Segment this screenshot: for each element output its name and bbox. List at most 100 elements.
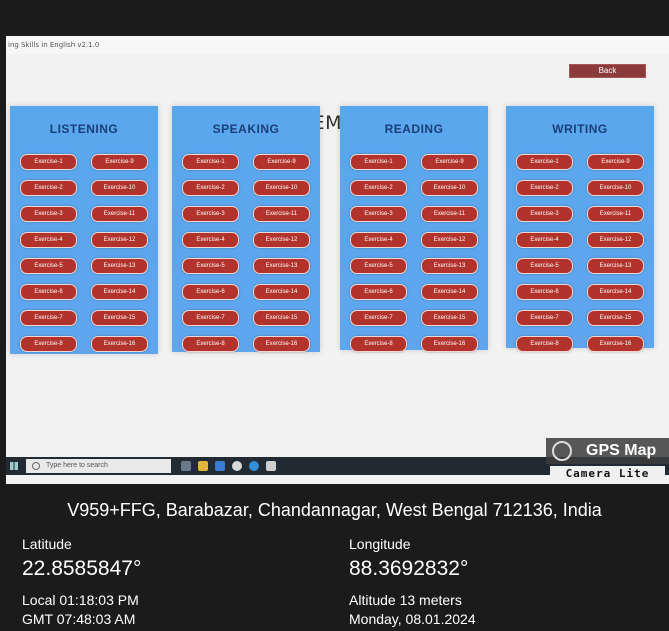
exercise-button[interactable]: Exercise-3: [182, 206, 239, 222]
exercise-button[interactable]: Exercise-15: [253, 310, 310, 326]
exercise-button[interactable]: Exercise-5: [516, 258, 573, 274]
gps-sub-label: Camera Lite: [550, 466, 665, 481]
local-time: Local 01:18:03 PM: [22, 592, 139, 608]
exercise-button[interactable]: Exercise-13: [253, 258, 310, 274]
exercise-button[interactable]: Exercise-8: [20, 336, 77, 352]
exercise-button[interactable]: Exercise-13: [421, 258, 478, 274]
windows-start-icon[interactable]: [10, 462, 18, 470]
exercise-button[interactable]: Exercise-9: [253, 154, 310, 170]
exercise-button[interactable]: Exercise-6: [182, 284, 239, 300]
exercise-button[interactable]: Exercise-7: [182, 310, 239, 326]
date: Monday, 08.01.2024: [349, 611, 476, 627]
window-title-bar: ing Skills in English v2.1.0: [6, 36, 669, 54]
store-icon[interactable]: [266, 461, 276, 471]
exercise-button[interactable]: Exercise-2: [350, 180, 407, 196]
exercise-button[interactable]: Exercise-9: [421, 154, 478, 170]
exercise-button[interactable]: Exercise-7: [516, 310, 573, 326]
latitude-label: Latitude: [22, 536, 72, 552]
exercise-button[interactable]: Exercise-6: [350, 284, 407, 300]
exercise-button[interactable]: Exercise-2: [516, 180, 573, 196]
exercise-button[interactable]: Exercise-8: [182, 336, 239, 352]
exercise-button[interactable]: Exercise-16: [587, 336, 644, 352]
exercise-button[interactable]: Exercise-5: [182, 258, 239, 274]
exercise-button[interactable]: Exercise-14: [91, 284, 148, 300]
exercise-button[interactable]: Exercise-12: [587, 232, 644, 248]
exercise-button[interactable]: Exercise-11: [587, 206, 644, 222]
exercise-button[interactable]: Exercise-4: [20, 232, 77, 248]
exercise-button[interactable]: Exercise-13: [91, 258, 148, 274]
panel-title: SPEAKING: [212, 122, 280, 136]
exercise-button[interactable]: Exercise-6: [20, 284, 77, 300]
panel-title: WRITING: [552, 122, 608, 136]
exercise-button[interactable]: Exercise-14: [587, 284, 644, 300]
task-view-icon[interactable]: [181, 461, 191, 471]
latitude-value: 22.8585847°: [22, 557, 142, 580]
panel-listening: LISTENING Exercise-1 Exercise-9 Exercise-2…: [10, 106, 158, 354]
exercise-button[interactable]: Exercise-11: [253, 206, 310, 222]
exercise-button[interactable]: Exercise-2: [20, 180, 77, 196]
exercise-grid: Exercise-1 Exercise-9 Exercise-2 Exercise-1…: [516, 154, 644, 352]
panel-writing: WRITING Exercise-1 Exercise-9 Exercise-2 Ex…: [506, 106, 654, 352]
panel-title: LISTENING: [49, 122, 119, 136]
gps-brand-bar: GPS Map: [546, 438, 669, 464]
chrome-icon[interactable]: [232, 461, 242, 471]
exercise-button[interactable]: Exercise-7: [350, 310, 407, 326]
exercise-button[interactable]: Exercise-16: [421, 336, 478, 352]
taskbar-apps: [181, 461, 276, 471]
gmt-time: GMT 07:48:03 AM: [22, 611, 136, 627]
exercise-button[interactable]: Exercise-16: [91, 336, 148, 352]
exercise-button[interactable]: Exercise-15: [421, 310, 478, 326]
exercise-button[interactable]: Exercise-9: [587, 154, 644, 170]
exercise-button[interactable]: Exercise-4: [350, 232, 407, 248]
taskbar-search[interactable]: Type here to search: [26, 459, 171, 473]
exercise-button[interactable]: Exercise-6: [516, 284, 573, 300]
exercise-button[interactable]: Exercise-11: [91, 206, 148, 222]
exercise-button[interactable]: Exercise-15: [587, 310, 644, 326]
exercise-button[interactable]: Exercise-14: [421, 284, 478, 300]
camera-lens-icon: [552, 441, 572, 461]
exercise-button[interactable]: Exercise-3: [20, 206, 77, 222]
monitor-screen: ing Skills in English v2.1.0 MODULE 2: E…: [6, 36, 669, 484]
panel-reading: READING Exercise-1 Exercise-9 Exercise-2 Ex…: [340, 106, 488, 352]
exercise-button[interactable]: Exercise-1: [182, 154, 239, 170]
exercise-button[interactable]: Exercise-4: [182, 232, 239, 248]
exercise-button[interactable]: Exercise-3: [350, 206, 407, 222]
mail-icon[interactable]: [215, 461, 225, 471]
edge-icon[interactable]: [249, 461, 259, 471]
exercise-button[interactable]: Exercise-8: [516, 336, 573, 352]
exercise-button[interactable]: Exercise-3: [516, 206, 573, 222]
back-button[interactable]: Back: [569, 64, 646, 78]
exercise-button[interactable]: Exercise-13: [587, 258, 644, 274]
exercise-button[interactable]: Exercise-1: [20, 154, 77, 170]
exercise-button[interactable]: Exercise-7: [20, 310, 77, 326]
exercise-button[interactable]: Exercise-5: [350, 258, 407, 274]
gps-address: V959+FFG, Barabazar, Chandannagar, West …: [67, 500, 602, 520]
exercise-button[interactable]: Exercise-16: [253, 336, 310, 352]
exercise-button[interactable]: Exercise-12: [253, 232, 310, 248]
gps-brand-text: GPS Map: [586, 442, 657, 459]
exercise-button[interactable]: Exercise-9: [91, 154, 148, 170]
exercise-button[interactable]: Exercise-12: [91, 232, 148, 248]
exercise-button[interactable]: Exercise-15: [91, 310, 148, 326]
exercise-button[interactable]: Exercise-10: [253, 180, 310, 196]
search-placeholder: Type here to search: [46, 462, 108, 469]
exercise-button[interactable]: Exercise-1: [350, 154, 407, 170]
exercise-button[interactable]: Exercise-2: [182, 180, 239, 196]
exercise-button[interactable]: Exercise-12: [421, 232, 478, 248]
exercise-button[interactable]: Exercise-10: [421, 180, 478, 196]
altitude: Altitude 13 meters: [349, 592, 462, 608]
exercise-button[interactable]: Exercise-14: [253, 284, 310, 300]
exercise-grid: Exercise-1 Exercise-9 Exercise-2 Exercise-1…: [182, 154, 310, 352]
exercise-button[interactable]: Exercise-8: [350, 336, 407, 352]
exercise-grid: Exercise-1 Exercise-9 Exercise-2 Exercise-1…: [350, 154, 478, 352]
exercise-button[interactable]: Exercise-5: [20, 258, 77, 274]
longitude-label: Longitude: [349, 536, 411, 552]
exercise-button[interactable]: Exercise-4: [516, 232, 573, 248]
file-explorer-icon[interactable]: [198, 461, 208, 471]
exercise-button[interactable]: Exercise-1: [516, 154, 573, 170]
exercise-button[interactable]: Exercise-10: [587, 180, 644, 196]
panel-title: READING: [384, 122, 444, 136]
exercise-grid: Exercise-1 Exercise-9 Exercise-2 Exercise-1…: [20, 154, 148, 352]
exercise-button[interactable]: Exercise-10: [91, 180, 148, 196]
exercise-button[interactable]: Exercise-11: [421, 206, 478, 222]
